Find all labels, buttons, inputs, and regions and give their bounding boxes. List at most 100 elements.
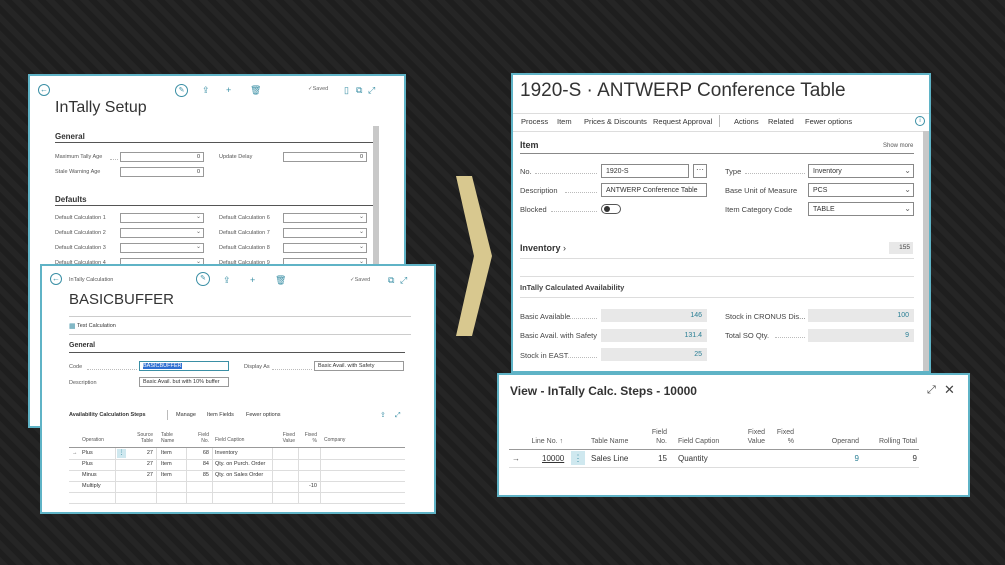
test-calculation-action[interactable]: Test Calculation: [77, 323, 116, 329]
edit-icon[interactable]: ✎: [196, 272, 210, 286]
cell-operation[interactable]: Plus: [82, 461, 93, 467]
menu-request-approval[interactable]: Request Approval: [653, 117, 712, 126]
delete-icon[interactable]: 🗑: [275, 275, 286, 285]
default-calc-7-select[interactable]: ⌄: [283, 228, 367, 238]
col-source-table[interactable]: Source Table: [133, 432, 153, 444]
col-table-name[interactable]: Table Name: [591, 437, 628, 446]
lookup-button[interactable]: ⋯: [693, 164, 707, 178]
col-fixed-value[interactable]: Fixed Value: [275, 432, 295, 444]
col-fixed-value[interactable]: Fixed Value: [735, 428, 765, 446]
no-input[interactable]: 1920-S: [601, 164, 689, 178]
stock-in-cronus-value[interactable]: 100: [808, 309, 914, 322]
cell-field-caption[interactable]: Quantity: [678, 454, 708, 463]
table-row[interactable]: → Plus ⋮ 27 Item 68 Inventory: [69, 448, 405, 459]
back-arrow-icon[interactable]: ←: [38, 84, 50, 96]
close-icon[interactable]: ✕: [944, 383, 955, 396]
display-as-input[interactable]: Basic Avail. with Safety: [314, 361, 404, 371]
cell-table-name[interactable]: Item: [161, 450, 172, 456]
max-tally-age-input[interactable]: 0: [120, 152, 204, 162]
info-icon[interactable]: i: [915, 116, 925, 126]
menu-process[interactable]: Process: [521, 117, 548, 126]
open-new-window-icon[interactable]: ⧉: [388, 275, 394, 285]
stale-warning-age-input[interactable]: 0: [120, 167, 204, 177]
col-field-no[interactable]: Field No.: [196, 432, 209, 444]
add-icon[interactable]: +: [250, 275, 255, 285]
menu-item[interactable]: Item: [557, 117, 572, 126]
default-calc-2-select[interactable]: ⌄: [120, 228, 204, 238]
cell-field-no[interactable]: 84: [196, 461, 209, 467]
cell-table-name[interactable]: Sales Line: [591, 454, 628, 463]
basic-available-value[interactable]: 146: [601, 309, 707, 322]
cell-table-name[interactable]: Item: [161, 472, 172, 478]
cell-field-no[interactable]: 68: [196, 450, 209, 456]
cell-operation[interactable]: Plus: [82, 450, 93, 456]
share-icon[interactable]: ⇪: [202, 85, 210, 95]
col-operand[interactable]: Operand: [819, 437, 859, 446]
menu-prices-discounts[interactable]: Prices & Discounts: [584, 117, 647, 126]
menu-actions[interactable]: Actions: [734, 117, 759, 126]
defaults-section-header[interactable]: Defaults: [55, 195, 87, 204]
code-input[interactable]: BASICBUFFER: [139, 361, 229, 371]
expand-icon[interactable]: ⤢: [927, 384, 936, 396]
edit-icon[interactable]: ✎: [175, 84, 188, 97]
col-operation[interactable]: Operation: [82, 437, 104, 443]
add-icon[interactable]: +: [226, 85, 231, 95]
cell-field-no[interactable]: 85: [196, 472, 209, 478]
menu-fewer-options[interactable]: Fewer options: [805, 117, 852, 126]
col-field-caption[interactable]: Field Caption: [678, 437, 719, 446]
item-fields-action[interactable]: Item Fields: [207, 412, 234, 418]
table-row[interactable]: Multiply -10: [69, 481, 405, 492]
cell-source-table[interactable]: 27: [133, 450, 153, 456]
table-row[interactable]: Minus 27 Item 85 Qty. on Sales Order: [69, 470, 405, 481]
cell-line-no[interactable]: 10000: [542, 454, 564, 463]
cell-field-no[interactable]: 15: [647, 454, 667, 463]
manage-action[interactable]: Manage: [176, 412, 196, 418]
default-calc-1-select[interactable]: ⌄: [120, 213, 204, 223]
share-icon[interactable]: ⇪: [380, 411, 386, 421]
cell-operation[interactable]: Multiply: [82, 483, 101, 489]
col-line-no[interactable]: Line No. ↑: [519, 437, 563, 446]
inventory-fasttab[interactable]: Inventory ›: [520, 243, 566, 253]
col-field-caption[interactable]: Field Caption: [215, 437, 244, 443]
cell-field-caption[interactable]: Qty. on Sales Order: [215, 472, 263, 478]
row-menu-icon[interactable]: ⋮: [571, 451, 585, 465]
col-table-name[interactable]: Table Name: [161, 432, 179, 444]
steps-title[interactable]: Availability Calculation Steps: [69, 412, 146, 418]
default-calc-3-select[interactable]: ⌄: [120, 243, 204, 253]
expand-icon[interactable]: ⤢: [395, 411, 401, 421]
cell-operation[interactable]: Minus: [82, 472, 97, 478]
col-rolling-total[interactable]: Rolling Total: [869, 437, 917, 446]
col-fixed-pct[interactable]: Fixed %: [301, 432, 317, 444]
item-category-select[interactable]: TABLE ⌄: [808, 202, 914, 216]
basic-avail-safety-value[interactable]: 131.4: [601, 329, 707, 342]
table-row[interactable]: Plus 27 Item 84 Qty. on Purch. Order: [69, 459, 405, 470]
cell-operand[interactable]: 9: [819, 454, 859, 463]
intally-section-header[interactable]: InTally Calculated Availability: [520, 283, 624, 292]
update-delay-input[interactable]: 0: [283, 152, 367, 162]
back-arrow-icon[interactable]: ←: [50, 273, 62, 285]
col-fixed-pct[interactable]: Fixed %: [769, 428, 794, 446]
general-section-header[interactable]: General: [55, 132, 85, 141]
item-section-header[interactable]: Item: [520, 140, 539, 150]
base-uom-select[interactable]: PCS ⌄: [808, 183, 914, 197]
default-calc-6-select[interactable]: ⌄: [283, 213, 367, 223]
bookmark-icon[interactable]: ▯: [344, 85, 349, 95]
row-menu-icon[interactable]: ⋮: [117, 449, 126, 458]
share-icon[interactable]: ⇪: [223, 275, 231, 285]
cell-rolling-total[interactable]: 9: [869, 454, 917, 463]
fewer-options-action[interactable]: Fewer options: [246, 412, 281, 418]
cell-table-name[interactable]: Item: [161, 461, 172, 467]
col-company[interactable]: Company: [324, 437, 345, 443]
description-input[interactable]: Basic Avail. but with 10% buffer: [139, 377, 229, 387]
cell-field-caption[interactable]: Qty. on Purch. Order: [215, 461, 265, 467]
menu-related[interactable]: Related: [768, 117, 794, 126]
type-select[interactable]: Inventory ⌄: [808, 164, 914, 178]
general-section-header[interactable]: General: [69, 342, 95, 349]
show-more-link[interactable]: Show more: [883, 143, 913, 149]
stock-in-east-value[interactable]: 25: [601, 348, 707, 361]
cell-source-table[interactable]: 27: [133, 461, 153, 467]
description-input[interactable]: ANTWERP Conference Table: [601, 183, 707, 197]
expand-icon[interactable]: ⤢: [368, 85, 375, 95]
expand-icon[interactable]: ⤢: [400, 275, 407, 285]
cell-field-caption[interactable]: Inventory: [215, 450, 238, 456]
